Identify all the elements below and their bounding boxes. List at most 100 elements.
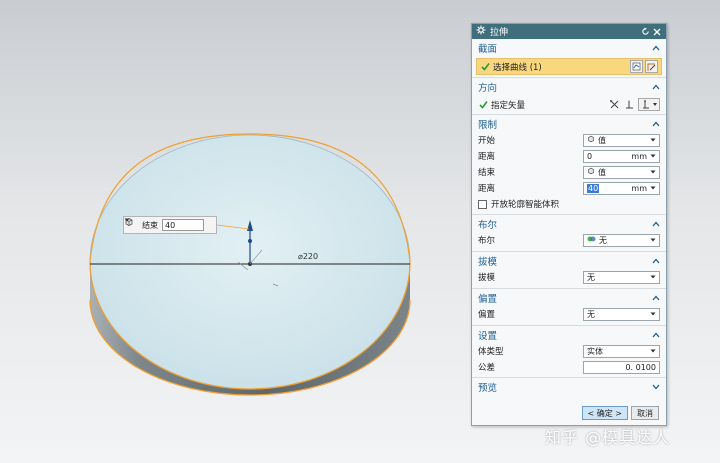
offset-select[interactable]: 无 [583, 307, 660, 321]
section-header[interactable]: 限制 [472, 115, 666, 132]
dropdown-arrow-icon[interactable] [649, 311, 656, 318]
diameter-dimension: ⌀220 [298, 252, 318, 261]
dropdown-arrow-icon[interactable] [650, 152, 656, 161]
end-distance-input[interactable]: 40 mm [583, 181, 660, 195]
specify-vector-label: 指定矢量 [491, 100, 526, 111]
open-profile-label: 开放轮廓智能体积 [491, 200, 560, 210]
mini-limit-input[interactable]: 40 [124, 218, 204, 231]
tolerance-row: 公差 0. 0100 [472, 359, 666, 375]
start-select[interactable]: 值 [583, 133, 660, 147]
section-draft: 拔模 拔模 无 [472, 252, 666, 289]
boolean-none-icon [587, 235, 596, 245]
open-profile-row[interactable]: 开放轮廓智能体积 [472, 196, 666, 212]
ok-button[interactable]: < 确定 > [581, 406, 628, 420]
collapse-chevron-icon[interactable] [651, 293, 661, 303]
dropdown-arrow-icon[interactable] [649, 137, 656, 144]
body-type-row: 体类型 实体 [472, 343, 666, 359]
start-distance-input[interactable]: 0 mm [583, 149, 660, 163]
dialog-title: 拉伸 [490, 28, 509, 38]
boolean-label: 布尔 [478, 236, 496, 246]
end-row: 结束 值 [472, 164, 666, 180]
draft-select[interactable]: 无 [583, 270, 660, 284]
body-type-value: 实体 [587, 346, 603, 356]
vector-icon[interactable] [638, 98, 660, 111]
end-unit: mm [631, 183, 647, 193]
collapse-chevron-icon[interactable] [651, 82, 661, 92]
dropdown-arrow-icon[interactable] [649, 237, 656, 244]
section-header[interactable]: 设置 [472, 326, 666, 343]
end-distance-row: 距离 40 mm [472, 180, 666, 196]
boolean-row: 布尔 无 [472, 232, 666, 248]
tolerance-value: 0. 0100 [625, 362, 656, 372]
section-header[interactable]: 布尔 [472, 215, 666, 232]
specify-vector-row[interactable]: 指定矢量 [472, 95, 666, 114]
section-title: 偏置 [478, 293, 498, 305]
section-title: 预览 [478, 382, 498, 394]
body-type-label: 体类型 [478, 347, 504, 357]
section-header[interactable]: 截面 [472, 39, 666, 56]
mini-limit-label: 结束 [142, 220, 158, 230]
watermark: 知乎 @模具达人 [545, 428, 671, 447]
section-header[interactable]: 拔模 [472, 252, 666, 269]
end-select[interactable]: 值 [583, 165, 660, 179]
expand-chevron-icon[interactable] [651, 382, 661, 392]
section-header[interactable]: 预览 [472, 378, 666, 395]
floating-limit-toolbar[interactable]: 结束 40 [123, 216, 217, 234]
end-distance-value: 40 [587, 183, 600, 193]
collapse-chevron-icon[interactable] [651, 256, 661, 266]
dialog-footer: < 确定 > 取消 [472, 401, 666, 425]
section-settings: 设置 体类型 实体 公差 0. 0100 [472, 326, 666, 378]
section-boolean: 布尔 布尔 无 [472, 215, 666, 252]
start-row: 开始 值 [472, 132, 666, 148]
tolerance-label: 公差 [478, 363, 496, 373]
reset-icon[interactable] [640, 27, 650, 37]
tolerance-input[interactable]: 0. 0100 [583, 360, 660, 374]
curve-select-icon[interactable] [630, 60, 643, 73]
value-icon [587, 135, 595, 145]
boolean-select[interactable]: 无 [583, 233, 660, 247]
collapse-chevron-icon[interactable] [651, 119, 661, 129]
section-header[interactable]: 方向 [472, 78, 666, 95]
open-profile-checkbox[interactable] [478, 199, 487, 209]
start-label: 开始 [478, 136, 496, 146]
section-title: 方向 [478, 82, 498, 94]
check-icon [478, 100, 488, 110]
dropdown-arrow-icon[interactable] [649, 274, 656, 281]
end-label: 结束 [478, 168, 496, 178]
select-curve-label: 选择曲线 (1) [493, 62, 542, 73]
settings-icon[interactable] [476, 25, 486, 38]
collapse-chevron-icon[interactable] [651, 43, 661, 53]
dialog-titlebar[interactable]: 拉伸 [472, 24, 666, 39]
end-distance-label: 距离 [478, 184, 496, 194]
collapse-chevron-icon[interactable] [651, 219, 661, 229]
boolean-value: 无 [599, 235, 607, 245]
reverse-direction-icon[interactable] [608, 98, 621, 111]
start-unit: mm [631, 151, 647, 161]
section-offset: 偏置 偏置 无 [472, 289, 666, 326]
check-icon [480, 62, 490, 72]
section-title: 布尔 [478, 219, 498, 231]
section-header[interactable]: 偏置 [472, 289, 666, 306]
dropdown-arrow-icon[interactable] [650, 184, 656, 193]
start-distance-label: 距离 [478, 152, 496, 162]
vector-dialog-icon[interactable] [623, 98, 636, 111]
section-preview: 预览 [472, 378, 666, 395]
dropdown-arrow-icon[interactable] [649, 169, 656, 176]
offset-row: 偏置 无 [472, 306, 666, 322]
cancel-button[interactable]: 取消 [631, 406, 659, 420]
vector-handle [248, 239, 252, 243]
end-option: 值 [598, 167, 606, 177]
body-type-select[interactable]: 实体 [583, 344, 660, 358]
sketch-icon[interactable] [645, 60, 658, 73]
value-icon [587, 167, 595, 177]
dropdown-arrow-icon[interactable] [649, 348, 656, 355]
section-title: 设置 [478, 330, 498, 342]
section-direction: 方向 指定矢量 [472, 78, 666, 115]
section-profile: 截面 选择曲线 (1) [472, 39, 666, 78]
draft-row: 拔模 无 [472, 269, 666, 285]
extrude-dialog: 拉伸 截面 选择曲线 (1) 方向 指定矢量 限制 开始 值 距离 0 mm 结… [471, 23, 667, 426]
close-icon[interactable] [652, 27, 662, 37]
collapse-chevron-icon[interactable] [651, 330, 661, 340]
select-curve-row[interactable]: 选择曲线 (1) [476, 58, 662, 75]
section-limits: 限制 开始 值 距离 0 mm 结束 值 距离 40 mm 开放轮廓智能体积 [472, 115, 666, 215]
